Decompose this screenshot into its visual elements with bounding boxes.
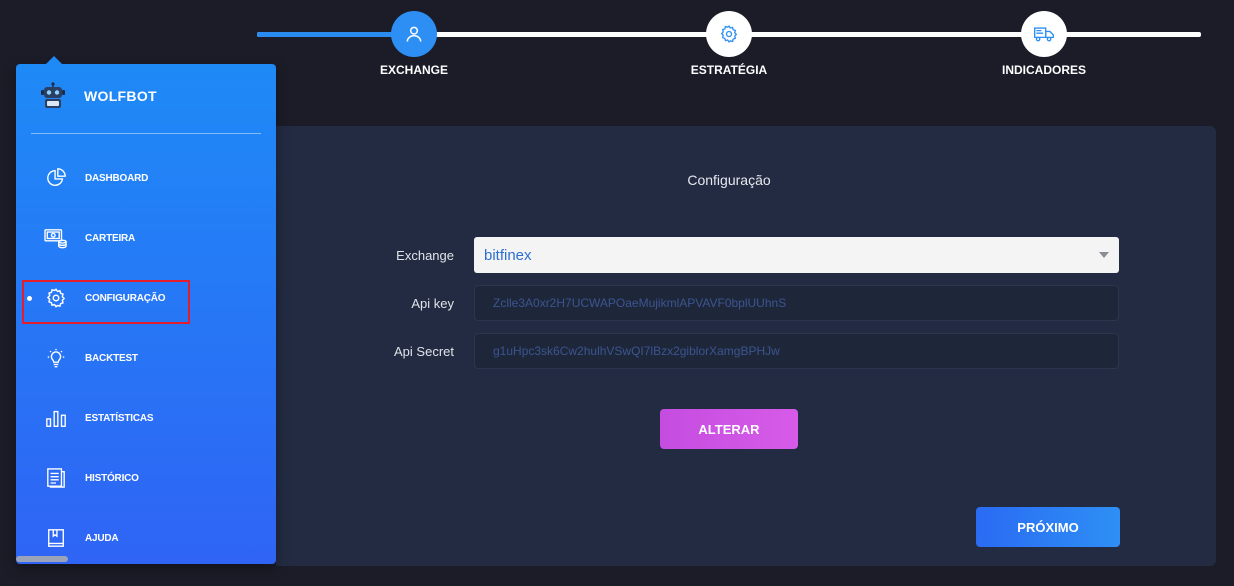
sidebar-item-label: DASHBOARD	[85, 172, 149, 184]
gear-icon	[720, 25, 738, 43]
exchange-label: Exchange	[396, 248, 454, 263]
step-exchange[interactable]	[391, 11, 437, 57]
sidebar: WOLFBOT DASHBOARD CARTEIRA CONFIGURAÇÃO …	[16, 56, 276, 564]
step-estrategia[interactable]	[706, 11, 752, 57]
pie-chart-icon	[44, 166, 68, 190]
sidebar-item-ajuda[interactable]: AJUDA	[16, 518, 276, 558]
step-indicadores[interactable]	[1021, 11, 1067, 57]
bar-chart-icon	[44, 406, 68, 430]
exchange-select[interactable]: bitfinex	[474, 237, 1119, 273]
document-icon	[44, 466, 68, 490]
sidebar-item-carteira[interactable]: CARTEIRA	[16, 218, 276, 258]
sidebar-divider	[31, 133, 261, 134]
selection-highlight	[22, 280, 190, 324]
alterar-button[interactable]: ALTERAR	[660, 409, 798, 449]
proximo-button[interactable]: PRÓXIMO	[976, 507, 1120, 547]
api-key-input[interactable]	[474, 285, 1119, 321]
sidebar-item-label: ESTATÍSTICAS	[85, 412, 154, 424]
api-key-label: Api key	[411, 296, 454, 311]
brand-title: WOLFBOT	[84, 88, 157, 104]
shipping-truck-icon	[1034, 27, 1054, 42]
stepper-progress	[257, 32, 413, 37]
sidebar-item-label: BACKTEST	[85, 352, 138, 364]
step-label-indicadores: INDICADORES	[1001, 63, 1086, 77]
page-title: Configuração	[687, 172, 771, 188]
api-secret-label: Api Secret	[394, 344, 454, 359]
sidebar-item-estatisticas[interactable]: ESTATÍSTICAS	[16, 398, 276, 438]
sidebar-item-dashboard[interactable]: DASHBOARD	[16, 158, 276, 198]
sidebar-item-label: AJUDA	[85, 532, 119, 544]
user-icon	[406, 26, 422, 42]
api-secret-input[interactable]	[474, 333, 1119, 369]
horizontal-scrollbar[interactable]	[16, 556, 68, 562]
sidebar-item-label: CARTEIRA	[85, 232, 136, 244]
sidebar-item-historico[interactable]: HISTÓRICO	[16, 458, 276, 498]
brand: WOLFBOT	[40, 82, 157, 110]
exchange-selected-value: bitfinex	[484, 246, 532, 264]
book-icon	[44, 526, 68, 550]
robot-logo-icon	[41, 82, 65, 108]
wallet-money-icon	[44, 226, 68, 250]
lightbulb-icon	[44, 346, 68, 370]
configuration-card: Configuração Exchange bitfinex Api key A…	[276, 126, 1216, 566]
sidebar-item-label: HISTÓRICO	[85, 472, 139, 484]
sidebar-item-backtest[interactable]: BACKTEST	[16, 338, 276, 378]
step-label-exchange: EXCHANGE	[379, 63, 448, 77]
caret-down-icon	[1099, 252, 1109, 258]
step-label-estrategia: ESTRATÉGIA	[690, 63, 768, 77]
progress-stepper: EXCHANGE ESTRATÉGIA INDICADORES	[257, 0, 1201, 90]
